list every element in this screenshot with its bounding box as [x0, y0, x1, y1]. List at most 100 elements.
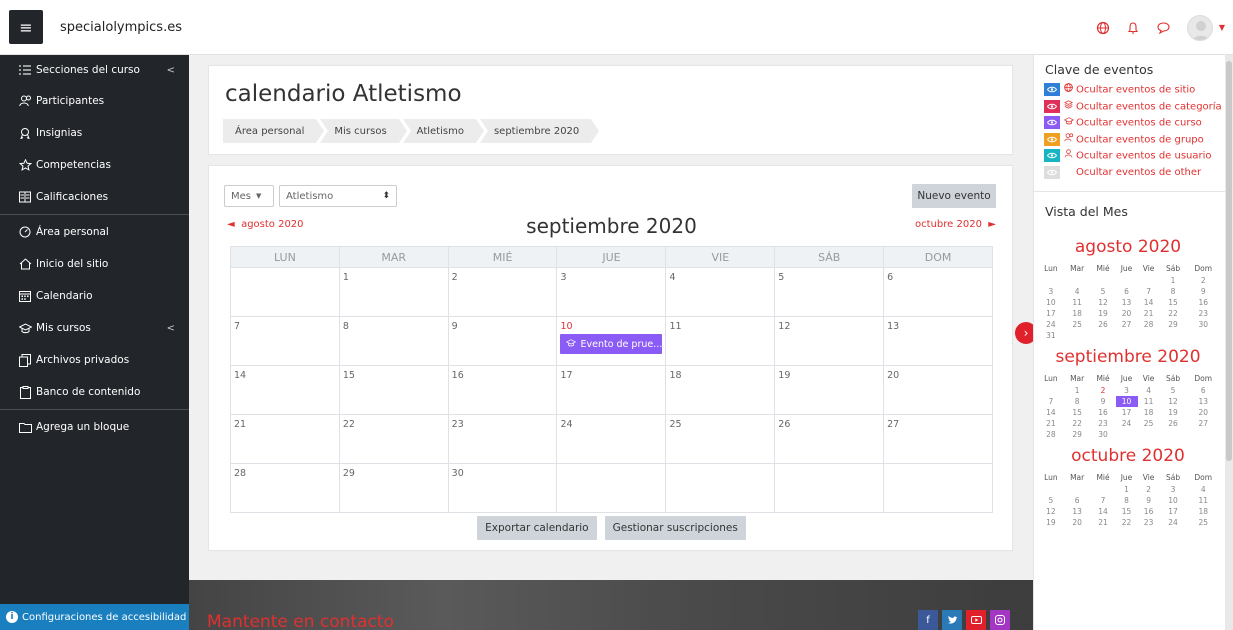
- event-key-item[interactable]: Ocultar eventos de usuario: [1044, 149, 1224, 163]
- mini-day[interactable]: 18: [1186, 506, 1220, 517]
- chevron-left-icon[interactable]: <: [167, 65, 175, 76]
- mini-day[interactable]: 2: [1186, 275, 1220, 286]
- mini-day[interactable]: 10: [1115, 395, 1138, 407]
- mini-day[interactable]: 26: [1091, 319, 1116, 330]
- sidebar-item-participantes[interactable]: Participantes: [0, 85, 189, 117]
- event-key-item[interactable]: Ocultar eventos de grupo: [1044, 132, 1224, 147]
- mini-day[interactable]: 12: [1038, 506, 1064, 517]
- mini-day[interactable]: 25: [1138, 418, 1160, 429]
- mini-day[interactable]: 15: [1064, 407, 1091, 418]
- calendar-day-cell[interactable]: 10 Evento de prue...: [556, 316, 667, 366]
- mini-day[interactable]: 21: [1038, 418, 1064, 429]
- mini-day[interactable]: 12: [1160, 396, 1187, 407]
- site-name-link[interactable]: specialolympics.es: [60, 20, 182, 35]
- mini-day[interactable]: 14: [1091, 506, 1116, 517]
- mini-day[interactable]: 4: [1064, 286, 1091, 297]
- mini-day[interactable]: 17: [1038, 308, 1064, 319]
- calendar-day-cell[interactable]: 29: [338, 463, 449, 513]
- mini-day[interactable]: 4: [1138, 385, 1160, 396]
- mini-day[interactable]: 26: [1160, 418, 1187, 429]
- mini-day[interactable]: 28: [1038, 429, 1064, 440]
- calendar-day-cell[interactable]: 2: [447, 267, 558, 317]
- calendar-day-cell[interactable]: 7: [230, 316, 340, 366]
- calendar-day-cell[interactable]: 24: [556, 414, 667, 464]
- twitter-icon[interactable]: [942, 610, 962, 630]
- calendar-day-cell[interactable]: 6: [883, 267, 993, 317]
- event-key-item[interactable]: Ocultar eventos de categoría: [1044, 99, 1224, 114]
- mini-day[interactable]: 10: [1160, 495, 1187, 506]
- mini-day[interactable]: 5: [1160, 385, 1187, 396]
- calendar-day-cell[interactable]: 11: [665, 316, 776, 366]
- mini-day[interactable]: 7: [1091, 495, 1116, 506]
- mini-day[interactable]: 18: [1064, 308, 1091, 319]
- calendar-day-cell[interactable]: 20: [883, 365, 993, 415]
- mini-day[interactable]: 3: [1038, 286, 1064, 297]
- mini-day[interactable]: 8: [1160, 286, 1187, 297]
- mini-day[interactable]: 16: [1186, 297, 1220, 308]
- sidebar-item-insignias[interactable]: Insignias: [0, 117, 189, 149]
- mini-day[interactable]: 29: [1160, 319, 1187, 330]
- mini-day[interactable]: 24: [1116, 418, 1138, 429]
- sidebar-item-agrega-bloque[interactable]: Agrega un bloque: [0, 411, 189, 443]
- mini-day[interactable]: 22: [1064, 418, 1091, 429]
- calendar-day-cell[interactable]: 13: [883, 316, 993, 366]
- mini-day[interactable]: 12: [1091, 297, 1116, 308]
- mini-day[interactable]: 17: [1160, 506, 1187, 517]
- calendar-day-cell[interactable]: 25: [665, 414, 776, 464]
- mini-day[interactable]: 5: [1091, 286, 1116, 297]
- mini-day[interactable]: 2: [1091, 385, 1116, 396]
- sidebar-item-archivos[interactable]: Archivos privados: [0, 344, 189, 376]
- new-event-button[interactable]: Nuevo evento: [912, 184, 996, 208]
- mini-day[interactable]: 13: [1064, 506, 1091, 517]
- youtube-icon[interactable]: [966, 610, 986, 630]
- instagram-icon[interactable]: [990, 610, 1010, 630]
- accessibility-settings-button[interactable]: i Configuraciones de accesibilidad: [0, 604, 189, 630]
- mini-day[interactable]: 1: [1116, 484, 1138, 495]
- mini-day[interactable]: 18: [1138, 407, 1160, 418]
- mini-day[interactable]: 5: [1038, 495, 1064, 506]
- mini-month-title[interactable]: septiembre 2020: [1034, 347, 1222, 367]
- eye-toggle-icon[interactable]: [1044, 116, 1060, 129]
- calendar-day-cell[interactable]: 27: [883, 414, 993, 464]
- mini-day[interactable]: 25: [1064, 319, 1091, 330]
- mini-day[interactable]: 22: [1160, 308, 1187, 319]
- mini-day[interactable]: 19: [1038, 517, 1064, 528]
- mini-day[interactable]: 9: [1138, 495, 1160, 506]
- mini-day[interactable]: 6: [1186, 385, 1220, 396]
- event-key-item[interactable]: Ocultar eventos de sitio: [1044, 83, 1224, 97]
- mini-day[interactable]: 11: [1186, 495, 1220, 506]
- mini-day[interactable]: 20: [1064, 517, 1091, 528]
- calendar-event[interactable]: Evento de prue...: [560, 334, 663, 354]
- mini-day[interactable]: 7: [1038, 396, 1064, 407]
- mini-day[interactable]: 13: [1116, 297, 1138, 308]
- eye-toggle-icon[interactable]: [1044, 149, 1060, 162]
- calendar-day-cell[interactable]: 30: [447, 463, 558, 513]
- mini-day[interactable]: 8: [1116, 495, 1138, 506]
- course-select[interactable]: Atletismo ⬍: [279, 185, 397, 207]
- mini-day[interactable]: 9: [1091, 396, 1116, 407]
- eye-toggle-icon[interactable]: [1044, 99, 1060, 113]
- mini-day[interactable]: 23: [1186, 308, 1220, 319]
- mini-day[interactable]: 31: [1038, 330, 1064, 341]
- mini-day[interactable]: 11: [1064, 297, 1091, 308]
- mini-day[interactable]: 4: [1186, 484, 1220, 495]
- calendar-day-cell[interactable]: 22: [338, 414, 449, 464]
- breadcrumb-item[interactable]: Área personal: [223, 119, 325, 143]
- mini-day[interactable]: 29: [1064, 429, 1091, 440]
- facebook-icon[interactable]: f: [918, 610, 938, 630]
- breadcrumb-item[interactable]: Atletismo: [402, 119, 485, 143]
- mini-day[interactable]: 22: [1116, 517, 1138, 528]
- mini-day[interactable]: 16: [1138, 506, 1160, 517]
- mini-day[interactable]: 17: [1116, 407, 1138, 418]
- mini-day[interactable]: 27: [1186, 418, 1220, 429]
- sidebar-item-calificaciones[interactable]: Calificaciones: [0, 181, 189, 213]
- event-key-item[interactable]: Ocultar eventos de curso: [1044, 116, 1224, 130]
- mini-day[interactable]: 27: [1116, 319, 1138, 330]
- eye-toggle-icon[interactable]: [1044, 83, 1060, 96]
- mini-day[interactable]: 14: [1038, 407, 1064, 418]
- calendar-day-cell[interactable]: 15: [338, 365, 449, 415]
- next-month-link[interactable]: octubre 2020 ►: [915, 219, 996, 230]
- mini-day[interactable]: 6: [1116, 286, 1138, 297]
- sidebar-item-secciones[interactable]: Secciones del curso <: [0, 55, 189, 85]
- calendar-day-cell[interactable]: 21: [230, 414, 340, 464]
